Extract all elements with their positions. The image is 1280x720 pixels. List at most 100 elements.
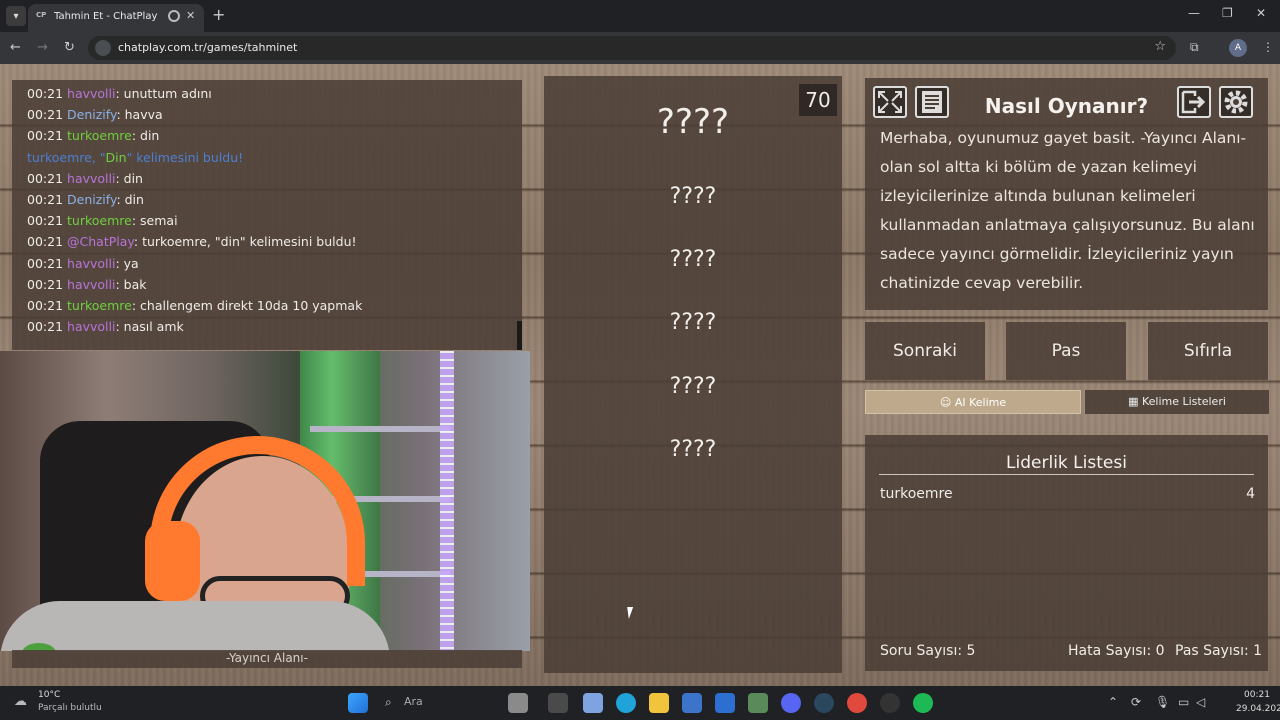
file-explorer-icon[interactable] [649, 693, 669, 713]
chat-message: 00:21 @ChatPlay: turkoemre, "din" kelime… [27, 234, 357, 249]
word-lists-button[interactable]: ▦ Kelime Listeleri [1085, 390, 1269, 414]
chat-timestamp: 00:21 [27, 298, 64, 313]
chat-message: 00:21 turkoemre: semai [27, 213, 178, 228]
store-icon[interactable] [682, 693, 702, 713]
microphone-icon[interactable]: 🎙 [1155, 695, 1170, 709]
weather-temp[interactable]: 10°C [38, 690, 60, 700]
target-word: ???? [656, 102, 730, 142]
address-bar[interactable]: chatplay.com.tr/games/tahminet ☆ [88, 36, 1176, 60]
tab-close-icon[interactable]: ✕ [186, 9, 195, 22]
search-icon[interactable]: ⌕ [385, 695, 392, 710]
reload-icon[interactable]: ↻ [64, 40, 75, 55]
new-tab-icon[interactable]: + [212, 5, 225, 24]
chat-timestamp: 00:21 [27, 128, 64, 144]
network-icon[interactable]: ▭ [1178, 695, 1189, 709]
url-text[interactable]: chatplay.com.tr/games/tahminet [118, 41, 297, 54]
ai-word-label: AI Kelime [954, 396, 1007, 409]
chat-text: : unuttum adını [115, 86, 212, 101]
sync-icon[interactable]: ⟳ [1131, 695, 1141, 709]
how-to-play-text: Merhaba, oyunumuz gayet basit. -Yayıncı … [880, 129, 1255, 292]
forbidden-word: ???? [669, 310, 717, 335]
ai-word-button[interactable]: ☺ AI Kelime [865, 390, 1081, 414]
chat-text: : challengem direkt 10da 10 yapmak [131, 298, 363, 313]
site-info-icon[interactable] [95, 40, 111, 56]
leaderboard-panel: Liderlik Listesi turkoemre 4 Soru Sayısı… [865, 435, 1268, 671]
chat-text: : nasıl amk [115, 319, 184, 335]
chat-message: 00:21 havvolli: unuttum adını [27, 86, 212, 101]
bookmark-star-icon[interactable]: ☆ [1154, 39, 1166, 54]
chat-scrollbar[interactable] [517, 321, 522, 350]
game-app-icon[interactable] [508, 693, 528, 713]
chat-text: : turkoemre, "din" kelimesini buldu! [133, 234, 357, 250]
chat-username: havvolli [67, 170, 116, 186]
copilot-icon[interactable] [583, 693, 603, 713]
weather-description[interactable]: Parçalı bulutlu [38, 703, 102, 713]
forward-icon[interactable]: → [37, 40, 48, 55]
chat-username: Denizify [67, 107, 117, 123]
maximize-icon[interactable]: ❐ [1222, 6, 1233, 20]
search-label[interactable]: Ara [404, 695, 423, 708]
browser-tab[interactable]: CP Tahmin Et - ChatPlay ✕ [28, 4, 204, 32]
chat-timestamp: 00:21 [27, 86, 64, 101]
windows-taskbar: ☁ 10°C Parçalı bulutlu ⌕ Ara ⌃ ⟳ 🎙 ▭ ◁ 0… [0, 686, 1280, 720]
clock-date[interactable]: 29.04.2026 [1236, 704, 1280, 714]
steam-icon[interactable] [814, 693, 834, 713]
minimize-icon[interactable]: — [1188, 6, 1200, 20]
browser-navbar: ← → ↻ chatplay.com.tr/games/tahminet ☆ ⧉… [0, 32, 1280, 64]
exit-icon[interactable] [1177, 86, 1211, 118]
back-icon[interactable]: ← [10, 40, 21, 55]
chat-username: turkoemre [67, 298, 132, 313]
chat-system-message: turkoemre, "Din" kelimesini buldu! [27, 150, 243, 165]
browser-menu-icon[interactable]: ⋮ [1262, 40, 1274, 54]
tray-chevron-icon[interactable]: ⌃ [1108, 695, 1118, 709]
volume-icon[interactable]: ◁ [1196, 695, 1205, 709]
chat-username: havvolli [67, 276, 116, 292]
chat-username: havvolli [67, 86, 116, 101]
pass-count: Pas Sayısı: 1 [1175, 643, 1263, 659]
chat-timestamp: 00:21 [27, 213, 64, 229]
error-count: Hata Sayısı: 0 [1068, 643, 1165, 659]
chat-timestamp: 00:21 [27, 255, 64, 271]
word-panel: ???? ???? ???? ???? ???? ???? [544, 76, 842, 673]
forbidden-word: ???? [669, 247, 717, 272]
question-count: Soru Sayısı: 5 [880, 643, 976, 659]
chat-username: havvolli [67, 255, 116, 271]
how-to-play-panel: Nasıl Oynanır? Merhaba, oyunumuz gayet b… [865, 78, 1268, 310]
chat-text: : havva [116, 107, 163, 123]
extensions-icon[interactable]: ⧉ [1190, 40, 1199, 55]
reset-button[interactable]: Sıfırla [1148, 322, 1268, 380]
chat-message: 00:21 havvolli: nasıl amk [27, 319, 184, 334]
chat-timestamp: 00:21 [27, 234, 64, 250]
leaderboard-row: turkoemre 4 [880, 486, 1255, 502]
chat-text: : bak [115, 276, 147, 292]
profile-avatar[interactable]: A [1229, 39, 1247, 57]
forbidden-word: ???? [669, 437, 717, 462]
photos-icon[interactable] [748, 693, 768, 713]
settings-icon[interactable] [1219, 86, 1253, 118]
chat-text: : din [116, 192, 144, 207]
obs-icon[interactable] [880, 693, 900, 713]
audio-playing-icon[interactable] [168, 10, 180, 22]
mail-icon[interactable] [715, 693, 735, 713]
chat-message: 00:21 turkoemre: challengem direkt 10da … [27, 298, 362, 313]
chat-username: turkoemre [67, 128, 132, 144]
window-close-icon[interactable]: ✕ [1256, 6, 1266, 20]
chat-text: : ya [115, 255, 139, 271]
tab-search-menu-icon[interactable]: ▾ [6, 6, 26, 26]
chat-message: 00:21 turkoemre: din [27, 128, 159, 143]
pass-button[interactable]: Pas [1006, 322, 1126, 380]
task-view-icon[interactable] [548, 693, 568, 713]
timer-display: 70 [799, 84, 837, 116]
start-icon[interactable] [348, 693, 368, 713]
chat-message: 00:21 havvolli: bak [27, 277, 147, 292]
clock-time[interactable]: 00:21 [1244, 690, 1270, 700]
spotify-icon[interactable] [913, 693, 933, 713]
next-button[interactable]: Sonraki [865, 322, 985, 380]
weather-icon[interactable]: ☁ [14, 694, 32, 710]
discord-icon[interactable] [781, 693, 801, 713]
edge-icon[interactable] [616, 693, 636, 713]
chrome-icon[interactable] [847, 693, 867, 713]
leaderboard-title: Liderlik Listesi [1006, 453, 1127, 473]
chat-timestamp: 00:21 [27, 319, 64, 335]
leaderboard-player-score: 4 [1246, 486, 1255, 502]
